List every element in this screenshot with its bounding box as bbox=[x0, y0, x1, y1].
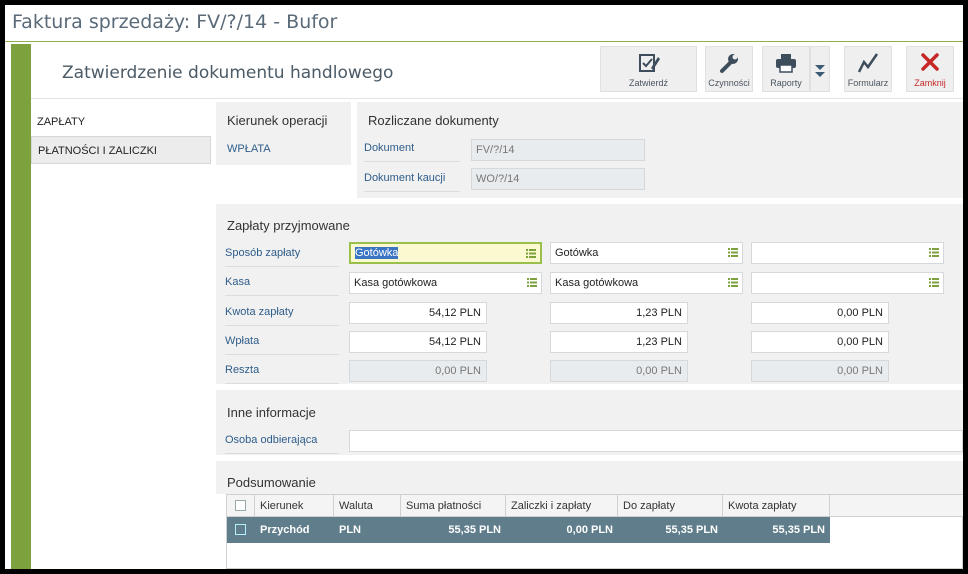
change-field-1: 0,00 PLN bbox=[349, 360, 487, 382]
app-window: Faktura sprzedaży: FV/?/14 - Bufor Zatwi… bbox=[5, 5, 963, 569]
list-icon[interactable] bbox=[526, 249, 536, 258]
change-field-2: 0,00 PLN bbox=[550, 360, 688, 382]
row-checkbox[interactable] bbox=[235, 524, 246, 535]
form-label: Formularz bbox=[847, 78, 889, 88]
cashbox-label: Kasa bbox=[225, 268, 339, 296]
grid-header: Kierunek Waluta Suma płatności Zaliczki … bbox=[227, 495, 963, 517]
list-icon[interactable] bbox=[929, 278, 939, 287]
summary-title: Podsumowanie bbox=[227, 475, 316, 490]
payment-amount-field-1[interactable]: 54,12 PLN bbox=[349, 302, 487, 324]
summary-panel: Podsumowanie bbox=[216, 461, 963, 494]
list-icon[interactable] bbox=[527, 278, 537, 287]
row-currency: PLN bbox=[339, 524, 361, 536]
header-due[interactable]: Do zapłaty bbox=[618, 495, 723, 517]
row-direction: Przychód bbox=[260, 524, 310, 536]
document-field: FV/?/14 bbox=[471, 139, 645, 161]
wrench-icon bbox=[720, 54, 738, 73]
table-row[interactable]: Przychód PLN 55,35 PLN 0,00 PLN 55,35 PL… bbox=[227, 517, 830, 543]
summary-grid: Kierunek Waluta Suma płatności Zaliczki … bbox=[226, 494, 963, 569]
nav-item-payments-advances[interactable]: PŁATNOŚCI I ZALICZKI bbox=[31, 136, 211, 164]
document-header: Zatwierdzenie dokumentu handlowego Zatwi… bbox=[31, 44, 963, 99]
payment-amount-label: Kwota zapłaty bbox=[225, 298, 339, 326]
header-currency[interactable]: Waluta bbox=[334, 495, 401, 517]
close-icon bbox=[921, 53, 939, 71]
title-bar: Faktura sprzedaży: FV/?/14 - Bufor bbox=[5, 5, 963, 42]
actions-button[interactable]: Czynności bbox=[705, 46, 753, 92]
accent-strip bbox=[11, 44, 31, 569]
payment-method-label: Sposób zapłaty bbox=[225, 239, 339, 267]
row-amount: 55,35 PLN bbox=[772, 524, 825, 536]
direction-title: Kierunek operacji bbox=[227, 113, 328, 128]
paid-amount-field-3[interactable]: 0,00 PLN bbox=[751, 331, 889, 353]
row-total: 55,35 PLN bbox=[448, 524, 501, 536]
document-label: Dokument bbox=[364, 134, 460, 162]
select-all-checkbox[interactable] bbox=[235, 500, 246, 511]
paid-amount-field-1[interactable]: 54,12 PLN bbox=[349, 331, 487, 353]
header-total[interactable]: Suma płatności bbox=[401, 495, 506, 517]
page-title: Zatwierdzenie dokumentu handlowego bbox=[62, 63, 394, 83]
list-icon[interactable] bbox=[929, 248, 939, 257]
direction-panel: Kierunek operacji WPŁATA bbox=[216, 102, 351, 165]
cashbox-field-2[interactable]: Kasa gotówkowa bbox=[550, 272, 743, 294]
payment-method-value-2: Gotówka bbox=[555, 247, 599, 259]
nav-item-payments[interactable]: ZAPŁATY bbox=[31, 108, 211, 136]
settled-title: Rozliczane dokumenty bbox=[368, 113, 499, 128]
other-info-panel: Inne informacje Osoba odbierająca bbox=[216, 390, 963, 455]
window-title: Faktura sprzedaży: FV/?/14 - Bufor bbox=[12, 11, 338, 33]
approve-icon bbox=[638, 54, 660, 72]
payment-amount-field-2[interactable]: 1,23 PLN bbox=[550, 302, 688, 324]
cashbox-value-2: Kasa gotówkowa bbox=[555, 277, 639, 289]
chevron-double-down-icon bbox=[815, 65, 825, 77]
reports-more-button[interactable] bbox=[810, 46, 830, 92]
payments-title: Zapłaty przyjmowane bbox=[227, 218, 350, 233]
cashbox-field-3[interactable] bbox=[751, 272, 944, 294]
header-amount[interactable]: Kwota zapłaty bbox=[723, 495, 830, 517]
header-direction[interactable]: Kierunek bbox=[255, 495, 334, 517]
deposit-document-field: WO/?/14 bbox=[471, 168, 645, 190]
approve-label: Zatwierdź bbox=[628, 78, 668, 88]
side-nav: ZAPŁATY PŁATNOŚCI I ZALICZKI bbox=[31, 108, 211, 164]
payment-amount-field-3[interactable]: 0,00 PLN bbox=[751, 302, 889, 324]
deposit-document-label: Dokument kaucji bbox=[364, 164, 460, 192]
reports-label: Raporty bbox=[770, 78, 802, 88]
row-due: 55,35 PLN bbox=[665, 524, 718, 536]
cashbox-value-1: Kasa gotówkowa bbox=[354, 277, 438, 289]
form-button[interactable]: Formularz bbox=[844, 46, 892, 92]
paid-amount-field-2[interactable]: 1,23 PLN bbox=[550, 331, 688, 353]
form-icon bbox=[857, 53, 879, 73]
direction-value: WPŁATA bbox=[227, 143, 271, 155]
list-icon[interactable] bbox=[728, 248, 738, 257]
payment-method-field-3[interactable] bbox=[751, 242, 944, 264]
change-field-3: 0,00 PLN bbox=[751, 360, 889, 382]
row-advances: 0,00 PLN bbox=[566, 524, 613, 536]
list-icon[interactable] bbox=[728, 278, 738, 287]
recipient-field[interactable] bbox=[349, 430, 963, 452]
payment-method-field-2[interactable]: Gotówka bbox=[550, 242, 743, 264]
cashbox-field-1[interactable]: Kasa gotówkowa bbox=[349, 272, 542, 294]
change-label: Reszta bbox=[225, 356, 339, 384]
payments-panel: Zapłaty przyjmowane Sposób zapłaty Kasa … bbox=[216, 204, 963, 384]
printer-icon bbox=[776, 54, 796, 73]
paid-amount-label: Wpłata bbox=[225, 327, 339, 355]
close-label: Zamknij bbox=[914, 78, 946, 88]
recipient-label: Osoba odbierająca bbox=[225, 426, 339, 454]
other-info-title: Inne informacje bbox=[227, 405, 316, 420]
select-all-cell bbox=[227, 495, 255, 517]
payment-method-value-1: Gotówka bbox=[355, 247, 399, 259]
actions-label: Czynności bbox=[708, 78, 750, 88]
reports-button[interactable]: Raporty bbox=[762, 46, 810, 92]
payment-method-field-1[interactable]: Gotówka bbox=[349, 242, 542, 264]
settled-documents-panel: Rozliczane dokumenty Dokument FV/?/14 Do… bbox=[357, 102, 963, 198]
close-button[interactable]: Zamknij bbox=[906, 46, 954, 92]
approve-button[interactable]: Zatwierdź bbox=[600, 46, 697, 92]
header-advances[interactable]: Zaliczki i zapłaty bbox=[506, 495, 618, 517]
